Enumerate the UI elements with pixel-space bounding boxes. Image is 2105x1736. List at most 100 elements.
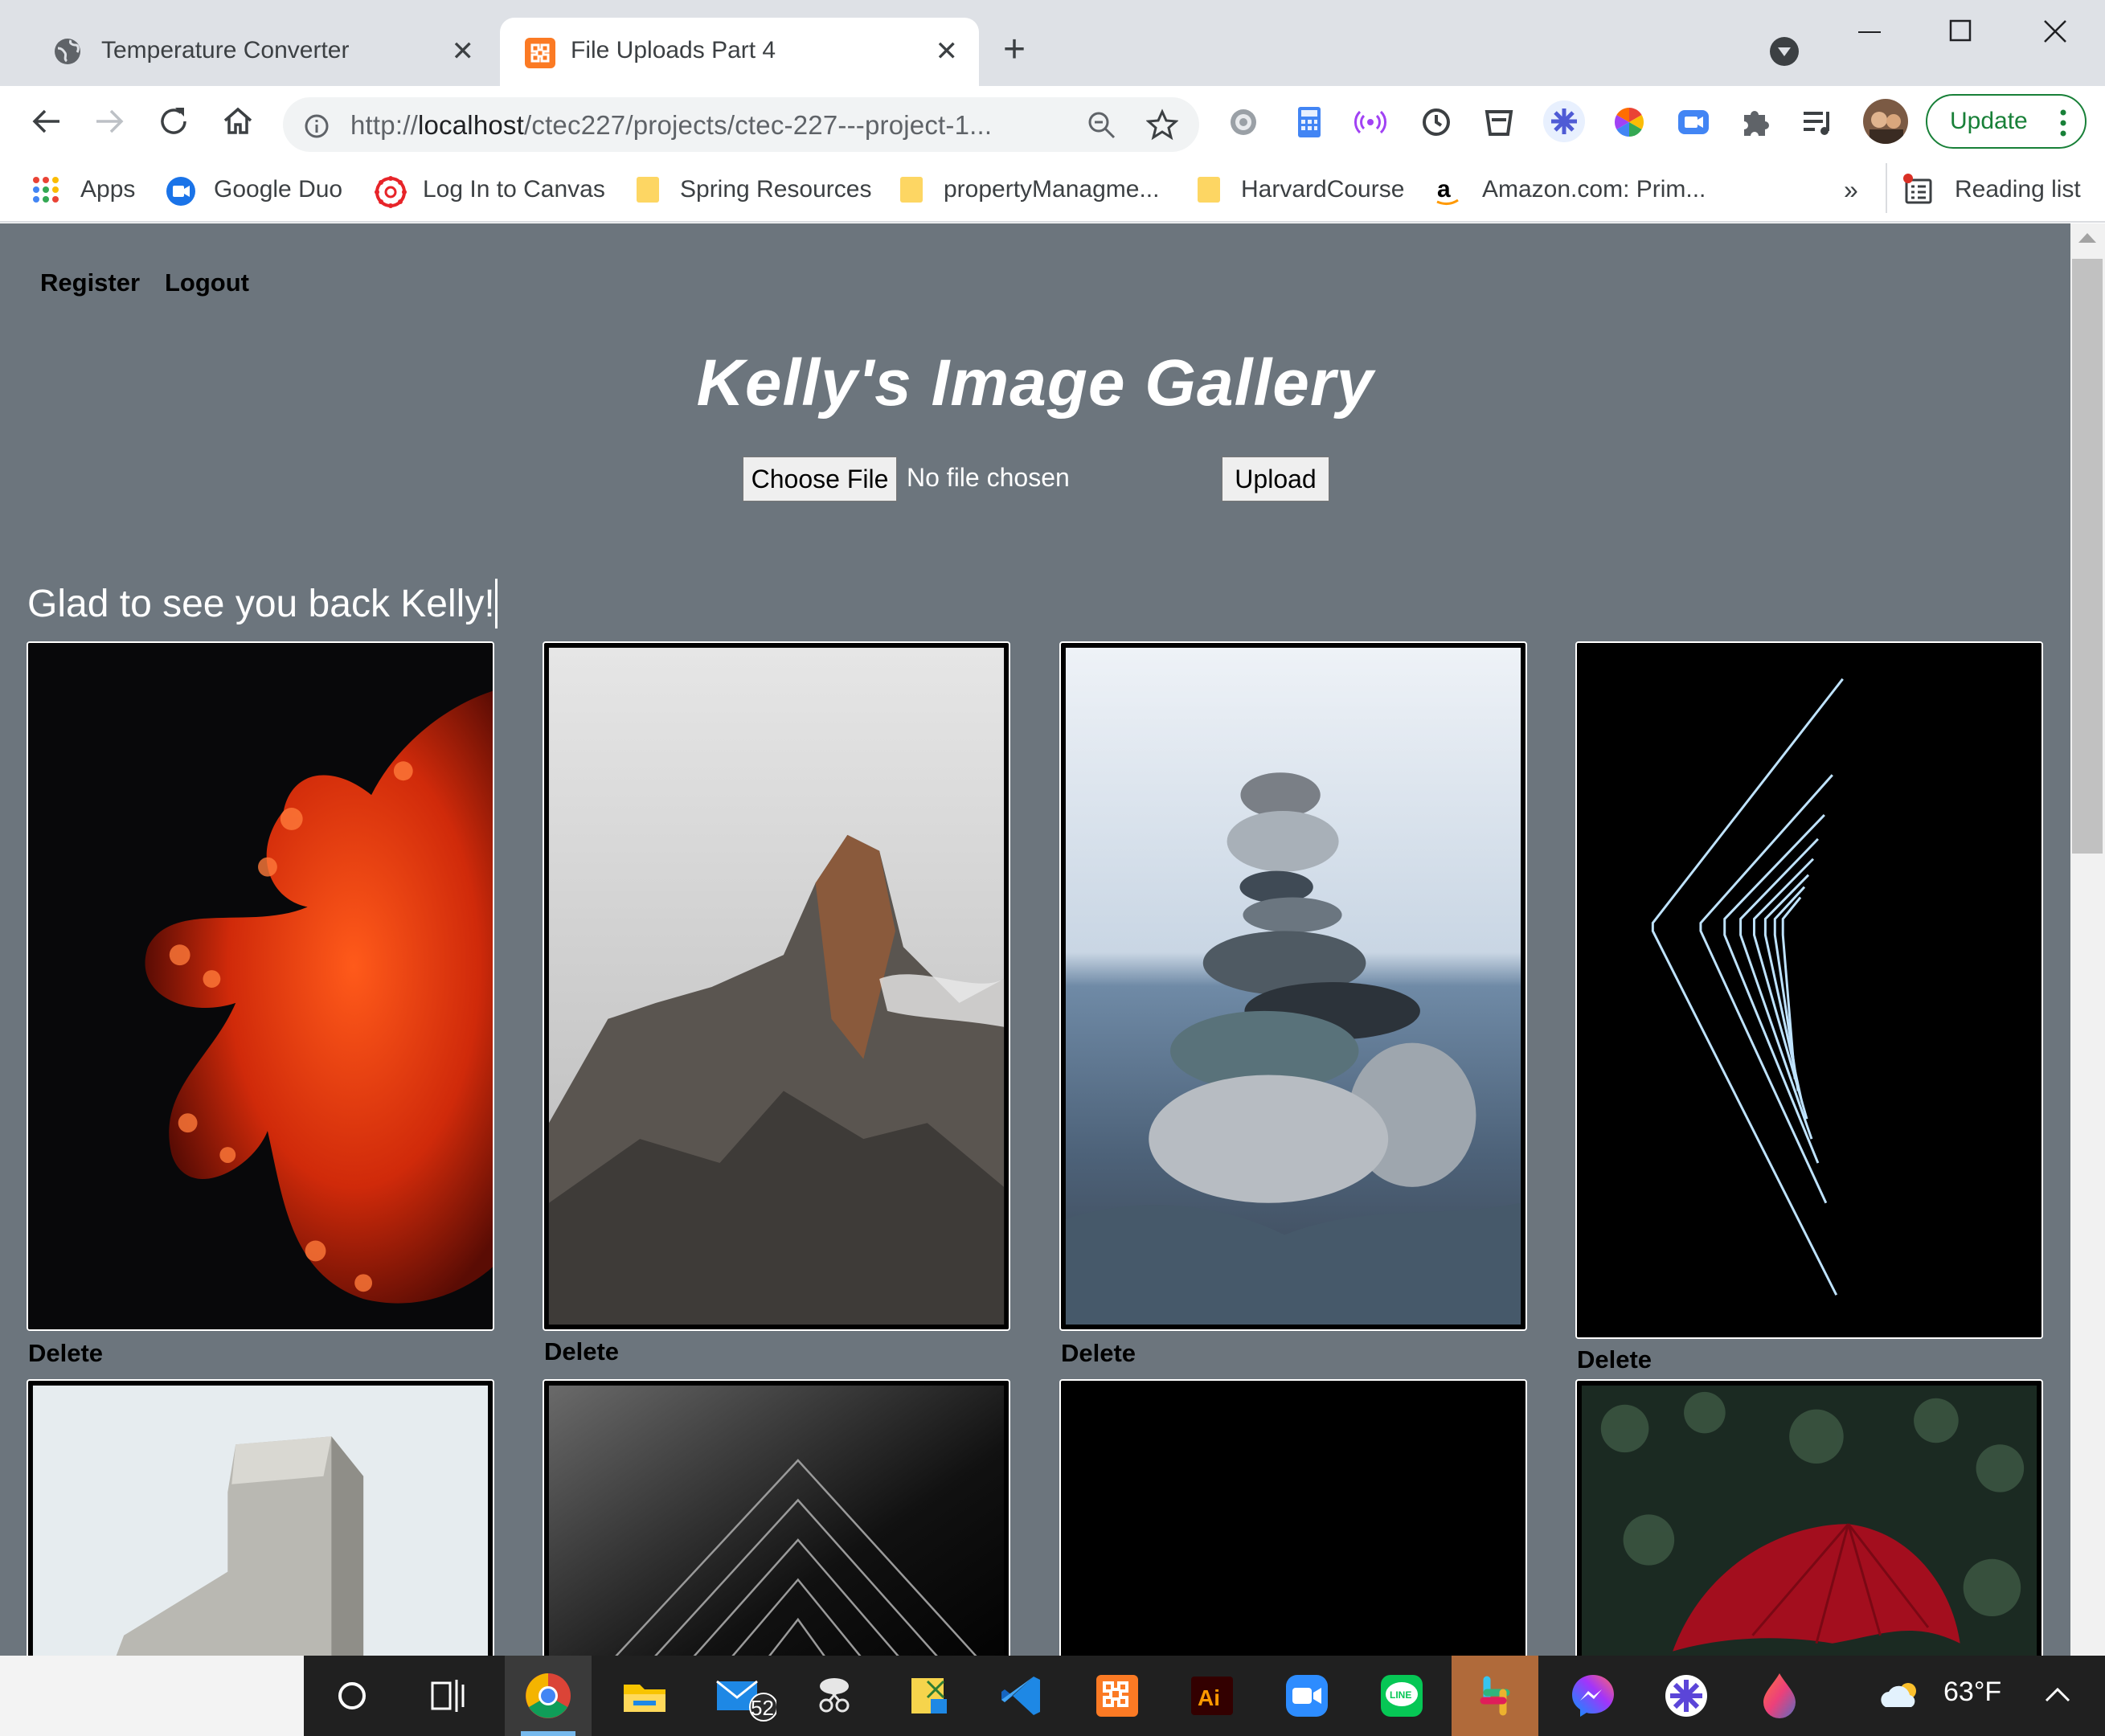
messenger-icon[interactable] xyxy=(1567,1670,1619,1722)
bookmarks-divider xyxy=(1886,163,1887,213)
reading-list-button[interactable]: Reading list xyxy=(1902,171,2081,208)
bookmark-canvas[interactable]: Log In to Canvas xyxy=(375,171,605,208)
cortana-icon[interactable] xyxy=(326,1670,378,1722)
bookmark-star-icon[interactable] xyxy=(1146,108,1178,141)
gallery-image-umbrella[interactable] xyxy=(1575,1379,2043,1656)
task-view-icon[interactable] xyxy=(423,1670,474,1722)
reading-list-icon xyxy=(1902,174,1934,206)
color-wheel-icon[interactable] xyxy=(1611,104,1648,141)
gallery-image-concrete[interactable] xyxy=(27,1379,494,1656)
bookmarks-bar: Apps Google Duo Log In to Canvas Spring … xyxy=(0,157,2105,223)
bookmark-harvard-course[interactable]: HarvardCourse xyxy=(1198,171,1404,208)
drop-app-icon[interactable] xyxy=(1754,1670,1805,1722)
delete-link[interactable]: Delete xyxy=(1061,1339,1136,1368)
url-text: http://localhost/ctec227/projects/ctec-2… xyxy=(350,110,993,140)
address-bar[interactable]: http://localhost/ctec227/projects/ctec-2… xyxy=(283,97,1199,152)
profile-avatar[interactable] xyxy=(1863,99,1908,144)
gallery-image-mountain[interactable] xyxy=(543,641,1010,1331)
close-icon[interactable]: ✕ xyxy=(936,35,959,68)
calculator-icon[interactable] xyxy=(1291,104,1328,141)
delete-link[interactable]: Delete xyxy=(544,1337,619,1366)
zoom-icon[interactable] xyxy=(1087,110,1117,141)
sticky-notes-app-icon[interactable] xyxy=(903,1670,955,1722)
windows-taskbar: 52 Ai LINE 63°F xyxy=(0,1656,2105,1736)
home-icon[interactable] xyxy=(220,104,256,139)
delete-link[interactable]: Delete xyxy=(1577,1345,1652,1374)
upload-button[interactable]: Upload xyxy=(1222,457,1329,502)
browser-toolbar: http://localhost/ctec227/projects/ctec-2… xyxy=(0,86,2105,157)
video-extension-icon[interactable] xyxy=(1675,104,1712,141)
minimize-icon[interactable] xyxy=(1841,10,1905,58)
illustrator-icon[interactable]: Ai xyxy=(1186,1670,1238,1722)
podcast-icon[interactable] xyxy=(1352,104,1389,141)
new-tab-plus-icon[interactable]: + xyxy=(1003,31,1026,69)
register-link[interactable]: Register xyxy=(40,268,140,297)
scrollbar-thumb[interactable] xyxy=(2072,259,2103,854)
reload-icon[interactable] xyxy=(156,104,191,139)
amazon-icon: a xyxy=(1434,176,1461,206)
bookmark-apps[interactable]: Apps xyxy=(32,171,135,208)
weather-icon[interactable] xyxy=(1878,1670,1926,1722)
taskbar-search-box[interactable] xyxy=(0,1656,304,1736)
back-arrow-icon[interactable] xyxy=(29,104,64,139)
media-playlist-icon[interactable] xyxy=(1800,104,1837,141)
gallery-image-octopus[interactable] xyxy=(27,641,494,1331)
google-duo-icon xyxy=(166,176,195,206)
bookmark-amazon[interactable]: a Amazon.com: Prim... xyxy=(1434,171,1706,208)
tab-search-chevron-icon[interactable] xyxy=(1770,37,1799,66)
tab-title: File Uploads Part 4 xyxy=(571,37,776,63)
weather-temperature: 63°F xyxy=(1943,1677,2002,1707)
tab-file-uploads[interactable]: File Uploads Part 4 ✕ xyxy=(500,18,979,86)
sync-icon[interactable] xyxy=(1418,104,1455,141)
file-status-text: No file chosen xyxy=(907,463,1070,492)
maximize-icon[interactable] xyxy=(1933,10,1997,58)
window-close-icon[interactable] xyxy=(2025,10,2090,58)
extensions-puzzle-icon[interactable] xyxy=(1738,104,1775,141)
asterisk-app-icon[interactable] xyxy=(1661,1670,1712,1722)
folder-icon xyxy=(637,177,659,203)
tab-temperature-converter[interactable]: Temperature Converter ✕ xyxy=(13,18,495,86)
text-cursor xyxy=(495,579,498,628)
welcome-message: Glad to see you back Kelly! xyxy=(27,583,495,625)
gallery-image-neon-lines[interactable] xyxy=(1575,641,2043,1339)
logout-link[interactable]: Logout xyxy=(165,268,249,297)
gear-extension-icon[interactable] xyxy=(1225,104,1262,141)
svg-text:Ai: Ai xyxy=(1198,1685,1220,1710)
gallery-image-black[interactable] xyxy=(1059,1379,1527,1656)
folder-icon xyxy=(1198,177,1220,203)
slack-icon[interactable] xyxy=(1452,1656,1538,1736)
more-bookmarks-chevron[interactable]: » xyxy=(1844,171,1858,208)
gallery-image-stone-stack[interactable] xyxy=(1059,641,1527,1331)
info-icon[interactable] xyxy=(304,113,330,139)
scroll-up-arrow-icon[interactable] xyxy=(2078,233,2096,243)
mail-badge: 52 xyxy=(751,1696,774,1720)
chevron-up-icon[interactable] xyxy=(2032,1670,2083,1722)
canvas-icon xyxy=(375,176,407,208)
file-explorer-icon[interactable] xyxy=(619,1670,670,1722)
page-title: Kelly's Image Gallery xyxy=(696,346,1374,420)
forward-arrow-icon[interactable] xyxy=(92,104,127,139)
badge-extension-icon[interactable] xyxy=(1480,104,1517,141)
gallery-image-pyramid[interactable] xyxy=(543,1379,1010,1656)
globe-icon xyxy=(53,37,82,66)
apps-grid-icon xyxy=(32,176,59,203)
page-viewport: Register Logout Kelly's Image Gallery Ch… xyxy=(0,223,2070,1656)
bookmark-google-duo[interactable]: Google Duo xyxy=(166,171,342,208)
close-icon[interactable]: ✕ xyxy=(452,35,475,68)
delete-link[interactable]: Delete xyxy=(28,1339,103,1368)
choose-file-button[interactable]: Choose File xyxy=(743,457,897,502)
svg-text:LINE: LINE xyxy=(1390,1689,1411,1701)
asterisk-extension-icon[interactable] xyxy=(1543,100,1585,142)
xampp-taskbar-icon[interactable] xyxy=(1091,1670,1143,1722)
folder-icon xyxy=(900,177,923,203)
bookmark-spring-resources[interactable]: Spring Resources xyxy=(637,171,871,208)
line-app-icon[interactable]: LINE xyxy=(1376,1670,1427,1722)
menu-dots-icon[interactable] xyxy=(2059,108,2067,137)
bookmark-property-management[interactable]: propertyManagme... xyxy=(900,171,1159,208)
snipping-tool-icon[interactable] xyxy=(809,1670,860,1722)
mail-icon[interactable]: 52 xyxy=(712,1670,776,1722)
zoom-app-icon[interactable] xyxy=(1281,1670,1333,1722)
taskbar-chrome[interactable] xyxy=(505,1656,592,1736)
update-button[interactable]: Update xyxy=(1926,94,2087,149)
vscode-icon[interactable] xyxy=(997,1670,1048,1722)
